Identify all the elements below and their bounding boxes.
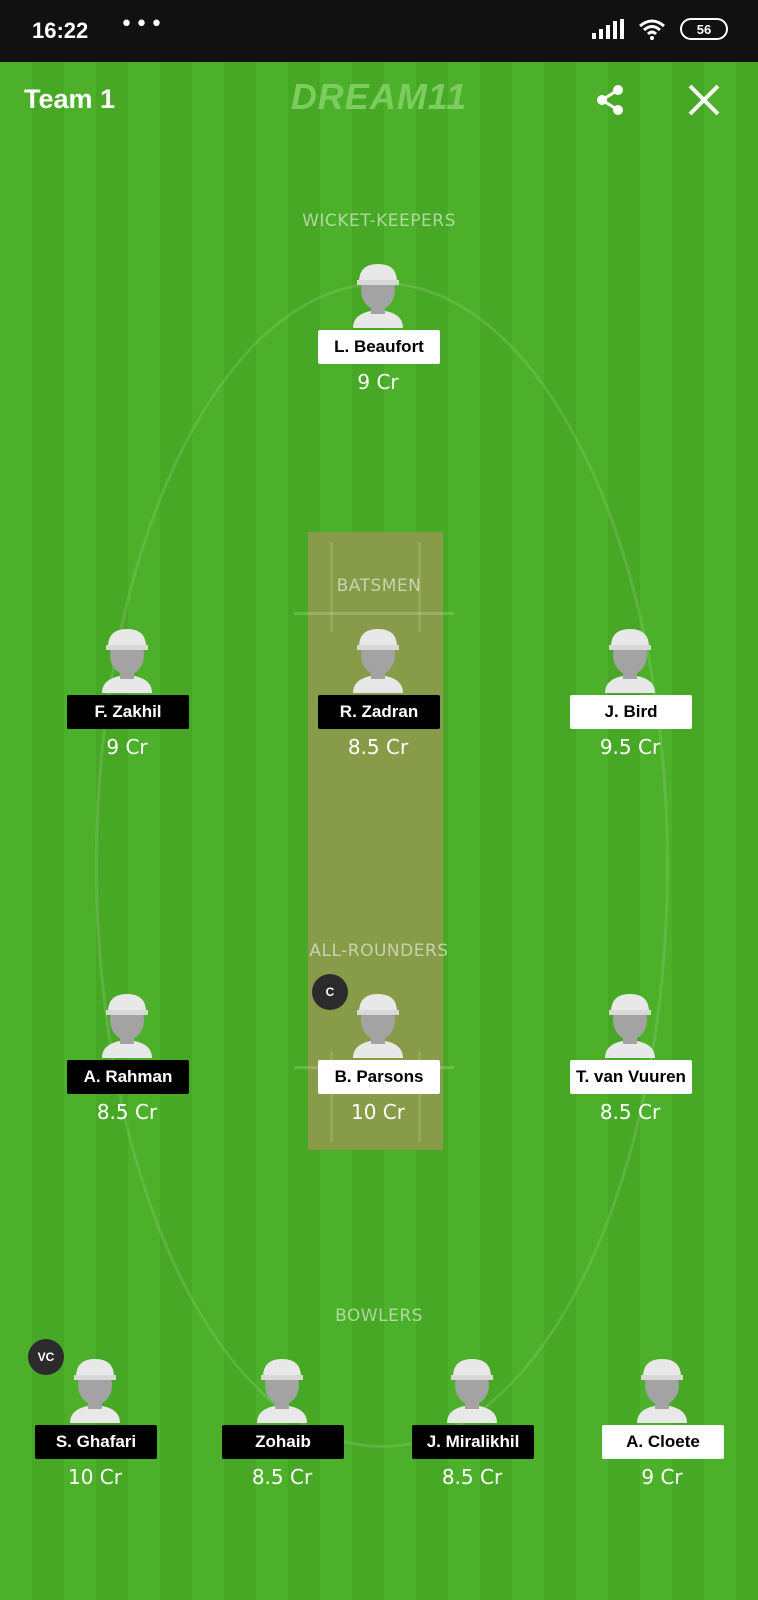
player-avatar-icon xyxy=(353,264,403,328)
player-avatar-icon xyxy=(447,1359,497,1423)
player-credits: 8.5 Cr xyxy=(347,735,409,759)
section-label-bowlers: BOWLERS xyxy=(335,1306,423,1326)
section-label-batsmen: BATSMEN xyxy=(336,576,422,596)
player-credits: 8.5 Cr xyxy=(599,1100,661,1124)
crease-top xyxy=(294,612,454,615)
section-label-wicket-keepers: WICKET-KEEPERS xyxy=(302,211,456,231)
vice-captain-badge: VC xyxy=(28,1339,64,1375)
notification-dots: ••• xyxy=(120,12,165,37)
player-avatar-icon xyxy=(70,1359,120,1423)
player-credits: 10 Cr xyxy=(68,1465,122,1489)
player-credits: 8.5 Cr xyxy=(96,1100,158,1124)
battery-icon: 56 xyxy=(680,18,728,40)
player-avatar-icon xyxy=(102,629,152,693)
status-time: 16:22 xyxy=(32,18,89,43)
player-credits: 9.5 Cr xyxy=(599,735,661,759)
player-avatar-icon xyxy=(257,1359,307,1423)
player-credits: 9 Cr xyxy=(641,1465,683,1489)
player-avatar-icon xyxy=(353,994,403,1058)
captain-badge: C xyxy=(312,974,348,1010)
player-credits: 10 Cr xyxy=(351,1100,405,1124)
player-name: L. Beaufort xyxy=(318,330,440,364)
player-credits: 9 Cr xyxy=(106,735,148,759)
player-credits: 9 Cr xyxy=(357,370,399,394)
dream11-logo: DREAM11 xyxy=(290,76,468,117)
player-avatar-icon xyxy=(102,994,152,1058)
player-name: Zohaib xyxy=(222,1425,344,1459)
player-name: R. Zadran xyxy=(318,695,440,729)
share-button[interactable] xyxy=(592,82,628,118)
player-name: A. Cloete xyxy=(602,1425,724,1459)
player-name: S. Ghafari xyxy=(35,1425,157,1459)
status-bar: 16:22 ••• 56 xyxy=(0,0,758,62)
player-credits: 8.5 Cr xyxy=(251,1465,313,1489)
share-icon xyxy=(597,85,623,115)
player-name: J. Miralikhil xyxy=(412,1425,534,1459)
status-icons: 56 xyxy=(592,18,728,40)
player-credits: 8.5 Cr xyxy=(441,1465,503,1489)
wifi-icon xyxy=(639,19,665,40)
player-avatar-icon xyxy=(605,994,655,1058)
player-name: J. Bird xyxy=(570,695,692,729)
section-label-all-rounders: ALL-ROUNDERS xyxy=(309,941,449,961)
player-name: F. Zakhil xyxy=(67,695,189,729)
player-avatar-icon xyxy=(353,629,403,693)
player-name: B. Parsons xyxy=(318,1060,440,1094)
signal-icon xyxy=(592,19,624,39)
player-name: A. Rahman xyxy=(67,1060,189,1094)
close-button[interactable] xyxy=(686,82,722,118)
player-name: T. van Vuuren xyxy=(570,1060,692,1094)
player-avatar-icon xyxy=(637,1359,687,1423)
player-avatar-icon xyxy=(605,629,655,693)
close-icon xyxy=(688,84,720,116)
